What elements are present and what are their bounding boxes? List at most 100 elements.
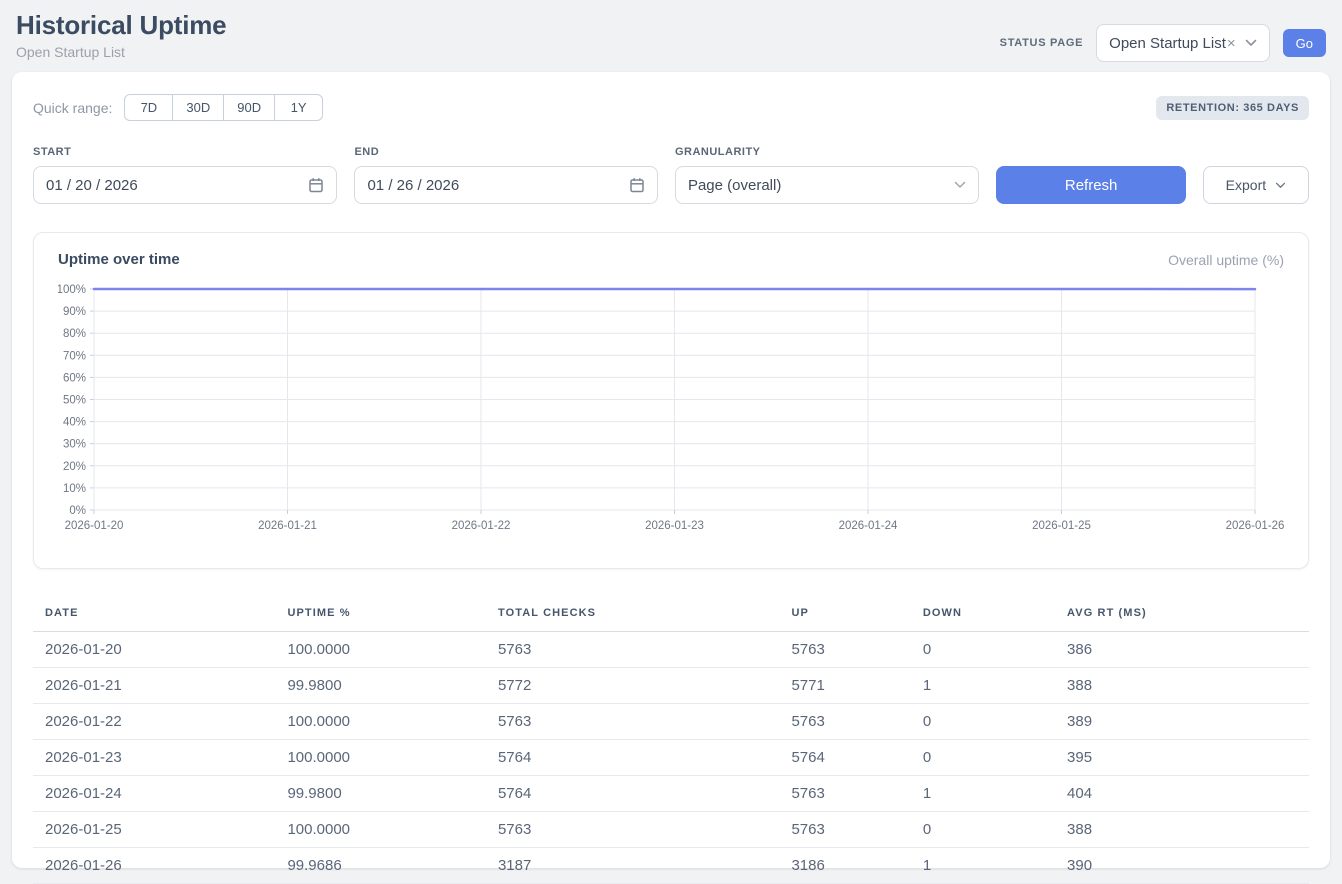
svg-text:2026-01-26: 2026-01-26 <box>1226 520 1285 532</box>
svg-text:30%: 30% <box>63 439 86 451</box>
table-cell: 99.9800 <box>275 776 486 812</box>
table-cell: 1 <box>911 848 1055 884</box>
clear-icon[interactable]: × <box>1227 35 1236 52</box>
svg-text:2026-01-23: 2026-01-23 <box>645 520 704 532</box>
table-cell: 388 <box>1055 668 1309 704</box>
table-cell: 5764 <box>486 740 779 776</box>
uptime-chart-card: Uptime over time Overall uptime (%) 0%10… <box>33 232 1309 569</box>
svg-text:50%: 50% <box>63 395 86 407</box>
table-cell: 2026-01-21 <box>33 668 275 704</box>
table-row: 2026-01-22100.0000576357630389 <box>33 704 1309 740</box>
svg-text:2026-01-21: 2026-01-21 <box>258 520 317 532</box>
table-cell: 395 <box>1055 740 1309 776</box>
granularity-value: Page (overall) <box>688 177 781 194</box>
quick-range-30d[interactable]: 30D <box>172 94 224 121</box>
column-header: AVG RT (MS) <box>1055 597 1309 632</box>
quick-range-7d[interactable]: 7D <box>124 94 173 121</box>
granularity-select[interactable]: Page (overall) <box>675 166 979 204</box>
start-label: START <box>33 146 337 158</box>
table-cell: 100.0000 <box>275 704 486 740</box>
table-cell: 388 <box>1055 812 1309 848</box>
table-cell: 3186 <box>779 848 910 884</box>
quick-range-1y[interactable]: 1Y <box>274 94 323 121</box>
column-header: DATE <box>33 597 275 632</box>
quick-range-90d[interactable]: 90D <box>223 94 275 121</box>
table-cell: 99.9800 <box>275 668 486 704</box>
svg-text:100%: 100% <box>58 284 86 296</box>
page-subtitle: Open Startup List <box>16 44 226 60</box>
status-page-label: STATUS PAGE <box>1000 37 1083 49</box>
svg-text:60%: 60% <box>63 372 86 384</box>
table-cell: 386 <box>1055 632 1309 668</box>
calendar-icon[interactable] <box>629 177 645 193</box>
column-header: UPTIME % <box>275 597 486 632</box>
chevron-down-icon <box>954 181 966 189</box>
status-page-select[interactable]: Open Startup List × <box>1096 24 1270 62</box>
uptime-line-chart: 0%10%20%30%40%50%60%70%80%90%100%2026-01… <box>58 274 1284 543</box>
chevron-down-icon <box>1275 182 1286 189</box>
table-cell: 0 <box>911 632 1055 668</box>
refresh-button[interactable]: Refresh <box>996 166 1185 204</box>
table-cell: 5764 <box>779 740 910 776</box>
svg-text:2026-01-24: 2026-01-24 <box>839 520 898 532</box>
calendar-icon[interactable] <box>308 177 324 193</box>
table-cell: 2026-01-25 <box>33 812 275 848</box>
export-label: Export <box>1226 177 1266 193</box>
table-cell: 5763 <box>486 812 779 848</box>
table-cell: 5763 <box>779 776 910 812</box>
table-cell: 2026-01-24 <box>33 776 275 812</box>
quick-range-label: Quick range: <box>33 100 112 116</box>
table-cell: 2026-01-23 <box>33 740 275 776</box>
table-cell: 0 <box>911 740 1055 776</box>
table-header-row: DATEUPTIME %TOTAL CHECKSUPDOWNAVG RT (MS… <box>33 597 1309 632</box>
title-block: Historical Uptime Open Startup List <box>16 10 226 60</box>
start-date-input[interactable]: 01 / 20 / 2026 <box>33 166 337 204</box>
end-date-input[interactable]: 01 / 26 / 2026 <box>354 166 657 204</box>
column-header: UP <box>779 597 910 632</box>
page-header: Historical Uptime Open Startup List STAT… <box>0 0 1342 72</box>
svg-text:2026-01-22: 2026-01-22 <box>452 520 511 532</box>
table-cell: 1 <box>911 668 1055 704</box>
table-cell: 5771 <box>779 668 910 704</box>
svg-text:70%: 70% <box>63 350 86 362</box>
table-cell: 100.0000 <box>275 632 486 668</box>
table-cell: 5763 <box>779 812 910 848</box>
column-header: DOWN <box>911 597 1055 632</box>
table-cell: 5764 <box>486 776 779 812</box>
table-cell: 1 <box>911 776 1055 812</box>
svg-text:90%: 90% <box>63 306 86 318</box>
svg-text:2026-01-20: 2026-01-20 <box>65 520 124 532</box>
table-cell: 100.0000 <box>275 812 486 848</box>
table-row: 2026-01-23100.0000576457640395 <box>33 740 1309 776</box>
granularity-label: GRANULARITY <box>675 146 979 158</box>
table-row: 2026-01-2699.9686318731861390 <box>33 848 1309 884</box>
svg-text:2026-01-25: 2026-01-25 <box>1032 520 1091 532</box>
svg-text:10%: 10% <box>63 483 86 495</box>
table-cell: 2026-01-26 <box>33 848 275 884</box>
page-title: Historical Uptime <box>16 10 226 41</box>
table-cell: 5763 <box>779 704 910 740</box>
table-row: 2026-01-2499.9800576457631404 <box>33 776 1309 812</box>
start-date-value: 01 / 20 / 2026 <box>46 177 138 194</box>
table-cell: 0 <box>911 704 1055 740</box>
chart-canvas: 0%10%20%30%40%50%60%70%80%90%100%2026-01… <box>58 274 1285 538</box>
table-cell: 5763 <box>486 704 779 740</box>
export-button[interactable]: Export <box>1203 166 1309 204</box>
table-cell: 404 <box>1055 776 1309 812</box>
status-page-select-value: Open Startup List <box>1109 35 1226 52</box>
svg-text:20%: 20% <box>63 461 86 473</box>
chart-title: Uptime over time <box>58 251 180 268</box>
svg-text:0%: 0% <box>69 505 86 517</box>
table-cell: 3187 <box>486 848 779 884</box>
go-button[interactable]: Go <box>1283 29 1326 57</box>
toolbar-row: Quick range: 7D30D90D1Y RETENTION: 365 D… <box>33 94 1309 121</box>
header-controls: STATUS PAGE Open Startup List × Go <box>1000 24 1326 62</box>
quick-range-group: 7D30D90D1Y <box>124 94 323 121</box>
uptime-table: DATEUPTIME %TOTAL CHECKSUPDOWNAVG RT (MS… <box>33 597 1309 884</box>
end-date-value: 01 / 26 / 2026 <box>367 177 459 194</box>
table-cell: 2026-01-20 <box>33 632 275 668</box>
retention-badge: RETENTION: 365 DAYS <box>1156 96 1309 120</box>
filters-row: START 01 / 20 / 2026 END 01 / 26 / 2026 … <box>33 146 1309 204</box>
table-cell: 100.0000 <box>275 740 486 776</box>
table-cell: 5772 <box>486 668 779 704</box>
